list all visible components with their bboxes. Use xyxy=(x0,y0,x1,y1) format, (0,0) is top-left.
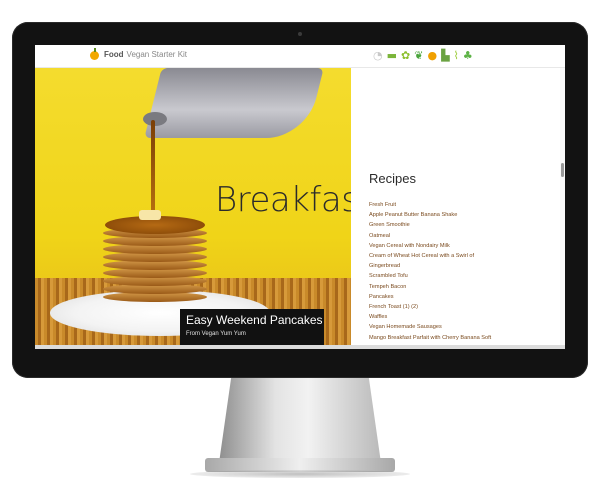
stand-shadow xyxy=(190,470,410,478)
recipe-link[interactable]: Mango Breakfast Parfait with Cherry Bana… xyxy=(369,333,555,343)
recipe-link[interactable]: Pancakes xyxy=(369,292,555,302)
recipe-link[interactable]: Vegan Cereal with Nondairy Milk xyxy=(369,241,555,251)
recipe-link[interactable]: Vegan Homemade Sausages xyxy=(369,322,555,332)
scrollbar-thumb[interactable] xyxy=(561,163,564,177)
recipe-list: Fresh Fruit Apple Peanut Butter Banana Sh… xyxy=(369,200,555,343)
apple-logo-icon xyxy=(290,355,310,373)
site-brand[interactable]: Food Vegan Starter Kit xyxy=(104,50,187,59)
recipe-link[interactable]: Gingerbread xyxy=(369,261,555,271)
camera-dot xyxy=(298,32,302,36)
recipe-link[interactable]: Scrambled Tofu xyxy=(369,271,555,281)
page-title: Breakfast xyxy=(215,180,351,220)
recipe-link[interactable]: Tempeh Bacon xyxy=(369,282,555,292)
monitor-stand xyxy=(218,378,382,470)
tree-icon[interactable]: ♣ xyxy=(463,49,473,63)
recipe-link[interactable]: Fresh Fruit xyxy=(369,200,555,210)
featured-recipe-caption[interactable]: Easy Weekend Pancakes From Vegan Yum Yum xyxy=(180,309,324,345)
plant-icon[interactable]: ⌇ xyxy=(454,49,459,63)
category-nav: ◔ ▬ ✿ ❦ ● ▙ ⌇ ♣ xyxy=(373,48,473,64)
top-bar: Food Vegan Starter Kit ◔ ▬ ✿ ❦ ● ▙ ⌇ ♣ xyxy=(35,45,565,68)
recipe-link[interactable]: Oatmeal xyxy=(369,231,555,241)
caption-source: From Vegan Yum Yum xyxy=(186,331,246,337)
fruit-icon[interactable]: ● xyxy=(427,49,437,63)
recipes-heading: Recipes xyxy=(369,171,416,186)
pitcher-image xyxy=(144,68,324,138)
recipe-link[interactable]: Waffles xyxy=(369,312,555,322)
pitcher-lip xyxy=(143,112,167,126)
orange-icon xyxy=(90,48,99,60)
cat-icon[interactable]: ◔ xyxy=(373,49,383,63)
leaf-icon[interactable]: ❦ xyxy=(414,49,423,63)
recipe-link[interactable]: Cream of Wheat Hot Cereal with a Swirl o… xyxy=(369,251,555,261)
brand-name: Food xyxy=(104,50,124,59)
screen: Food Vegan Starter Kit ◔ ▬ ✿ ❦ ● ▙ ⌇ ♣ B… xyxy=(35,45,565,349)
bottom-bar xyxy=(35,345,565,349)
recipe-link[interactable]: French Toast (1) (2) xyxy=(369,302,555,312)
recipe-link[interactable]: Green Smoothie xyxy=(369,220,555,230)
cow-icon[interactable]: ▬ xyxy=(387,49,397,63)
recipes-panel: Recipes Fresh Fruit Apple Peanut Butter B… xyxy=(369,171,555,343)
brand-kit: Vegan Starter Kit xyxy=(126,50,188,59)
hero-photo: Breakfast Easy Weekend Pancakes From Veg… xyxy=(35,68,351,349)
butterfly-icon[interactable]: ✿ xyxy=(401,49,410,63)
scrollbar-track[interactable] xyxy=(560,68,565,349)
boot-icon[interactable]: ▙ xyxy=(441,49,449,63)
syrup-stream xyxy=(151,120,155,216)
caption-title: Easy Weekend Pancakes xyxy=(186,313,323,327)
butter-pat xyxy=(139,210,161,220)
recipe-link[interactable]: Apple Peanut Butter Banana Shake xyxy=(369,210,555,220)
